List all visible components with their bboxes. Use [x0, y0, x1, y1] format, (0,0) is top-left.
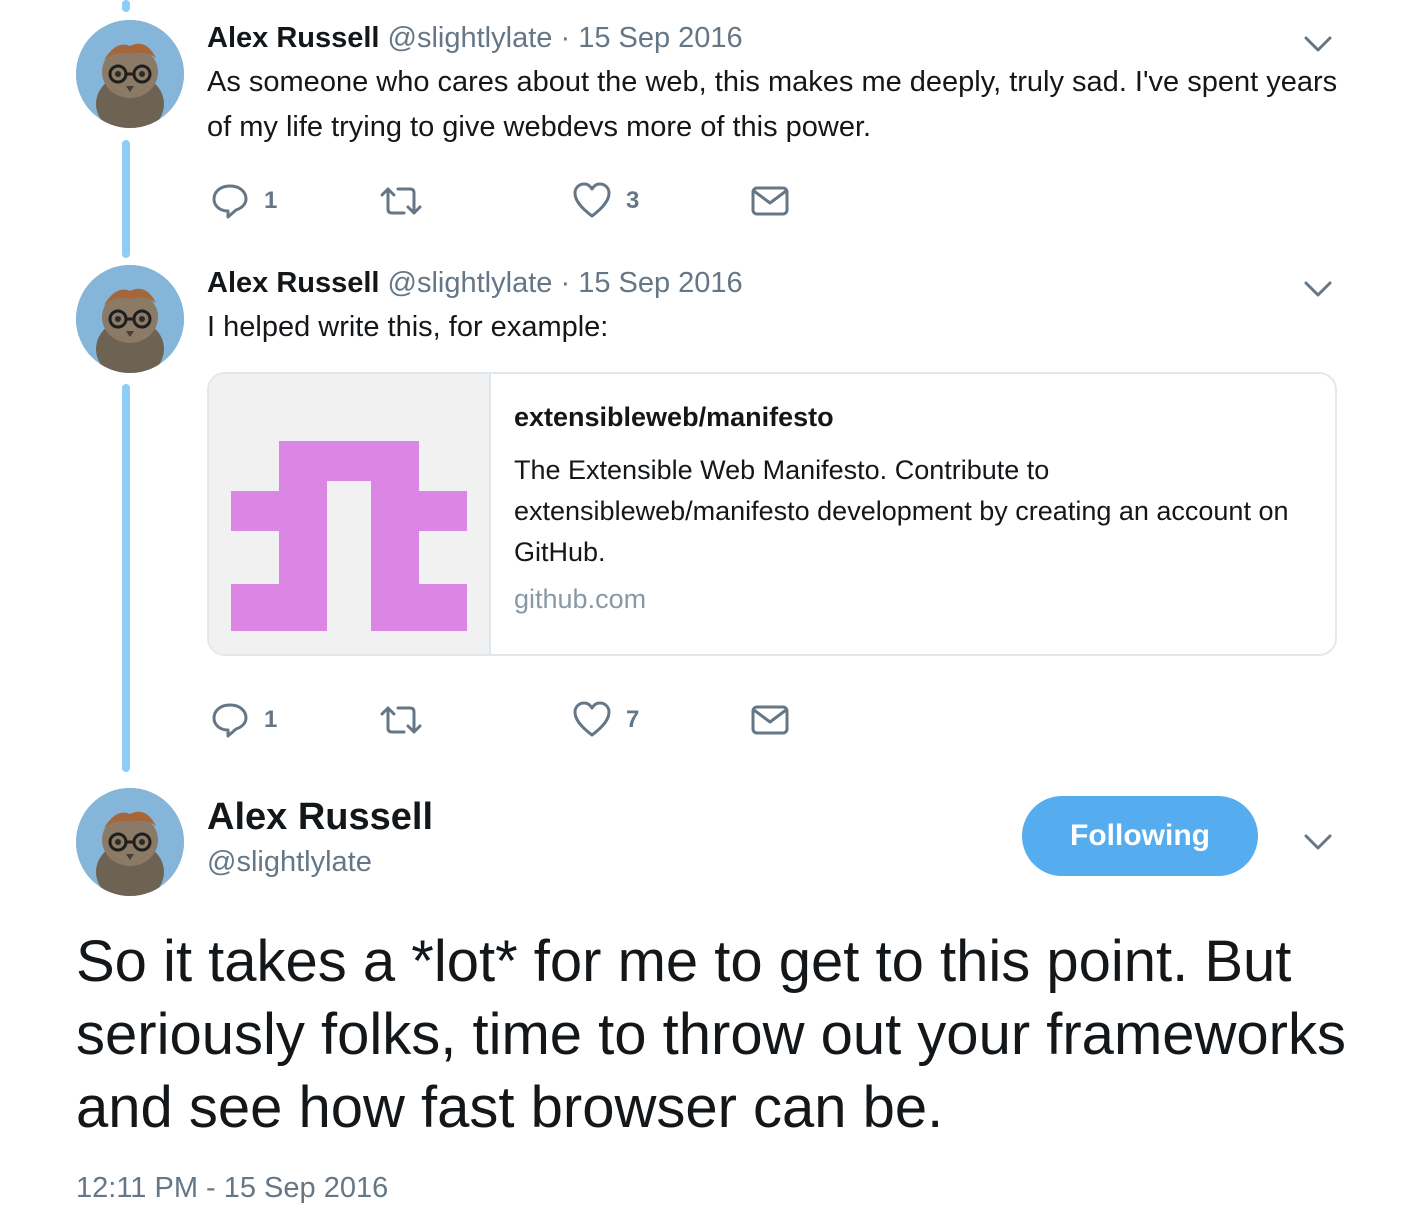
author-name[interactable]: Alex Russell — [207, 22, 379, 54]
extensibleweb-logo — [231, 441, 467, 631]
avatar[interactable] — [76, 20, 184, 128]
following-button[interactable]: Following — [1022, 796, 1258, 876]
tweet-header: Alex Russell @slightlylate · 15 Sep 2016 — [207, 20, 743, 56]
thread-line-top — [122, 0, 130, 12]
chevron-down-icon[interactable] — [1300, 828, 1336, 856]
chevron-down-icon[interactable] — [1300, 30, 1336, 58]
like-button[interactable]: 3 — [572, 181, 639, 221]
reply-button[interactable]: 1 — [210, 700, 277, 740]
direct-message-button[interactable] — [750, 700, 790, 740]
avatar[interactable] — [76, 788, 184, 896]
like-count: 3 — [626, 187, 640, 214]
reply-icon — [210, 700, 250, 740]
tweet-text: As someone who cares about the web, this… — [207, 66, 1338, 143]
card-thumbnail — [209, 374, 491, 654]
direct-message-button[interactable] — [750, 181, 790, 221]
author-handle[interactable]: @slightlylate — [388, 267, 553, 299]
main-tweet-text: So it takes a *lot* for me to get to thi… — [76, 929, 1346, 1140]
author-handle[interactable]: @slightlylate — [207, 846, 372, 879]
tweet-timestamp[interactable]: 12:11 PM - 15 Sep 2016 — [76, 1172, 388, 1205]
tweet-actions: 1 3 — [210, 181, 810, 221]
retweet-icon — [376, 181, 426, 221]
tweet-text: I helped write this, for example: — [207, 311, 609, 343]
separator-dot: · — [560, 267, 571, 299]
tweet-date[interactable]: 15 Sep 2016 — [578, 22, 742, 54]
card-title: extensibleweb/manifesto — [514, 402, 834, 432]
heart-icon — [572, 700, 612, 740]
link-card[interactable]: extensibleweb/manifesto The Extensible W… — [207, 372, 1337, 656]
retweet-button[interactable] — [376, 700, 440, 740]
like-count: 7 — [626, 706, 640, 733]
envelope-icon — [750, 700, 790, 740]
heart-icon — [572, 181, 612, 221]
author-handle[interactable]: @slightlylate — [388, 22, 553, 54]
reply-button[interactable]: 1 — [210, 181, 277, 221]
tweet-header: Alex Russell @slightlylate · 15 Sep 2016 — [207, 265, 743, 301]
envelope-icon — [750, 181, 790, 221]
tweet-actions: 1 7 — [210, 700, 810, 740]
tweet-date[interactable]: 15 Sep 2016 — [578, 267, 742, 299]
avatar[interactable] — [76, 265, 184, 373]
retweet-button[interactable] — [376, 181, 440, 221]
retweet-icon — [376, 700, 426, 740]
chevron-down-icon[interactable] — [1300, 275, 1336, 303]
reply-count: 1 — [264, 706, 278, 733]
separator-dot: · — [560, 22, 571, 54]
thread-line-2 — [122, 384, 130, 772]
author-name[interactable]: Alex Russell — [207, 267, 379, 299]
card-description: The Extensible Web Manifesto. Contribute… — [514, 455, 1289, 567]
thread-line-1 — [122, 140, 130, 258]
like-button[interactable]: 7 — [572, 700, 639, 740]
reply-icon — [210, 181, 250, 221]
card-domain: github.com — [514, 584, 647, 614]
reply-count: 1 — [264, 187, 278, 214]
author-name[interactable]: Alex Russell — [207, 796, 433, 839]
